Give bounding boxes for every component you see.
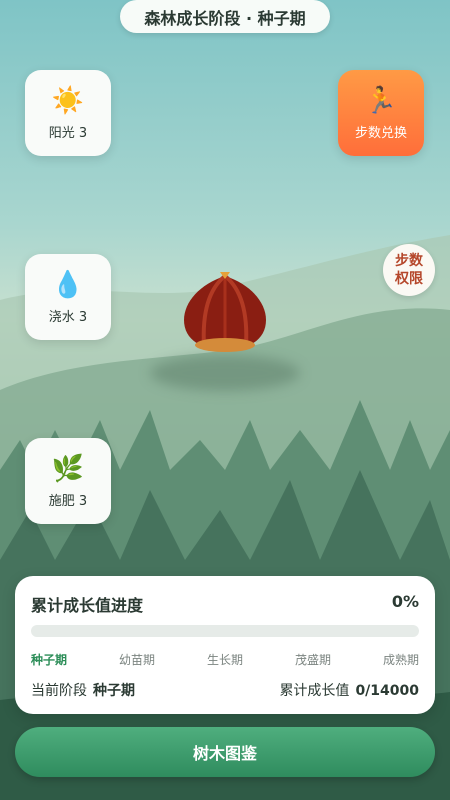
sunlight-button[interactable]: ☀️ 阳光 3 [25, 70, 111, 156]
step-exchange-button[interactable]: 🏃 步数兑换 [338, 70, 424, 156]
current-stage: 当前阶段 种子期 [31, 680, 135, 700]
leaf-icon: 🌿 [51, 453, 85, 484]
sunlight-label: 阳光 3 [48, 125, 88, 141]
stage-list: 种子期 幼苗期 生长期 茂盛期 成熟期 [31, 651, 419, 668]
stage-mature: 成熟期 [382, 653, 419, 667]
accumulated-label: 累计成长值 [279, 683, 350, 699]
current-stage-value: 种子期 [93, 683, 135, 699]
step-exchange-label: 步数兑换 [354, 125, 407, 141]
progress-bar [31, 625, 419, 637]
stage-lush: 茂盛期 [294, 653, 331, 667]
current-stage-label: 当前阶段 [31, 683, 87, 699]
stage-seed: 种子期 [31, 653, 68, 667]
water-label: 浇水 3 [48, 309, 88, 325]
progress-panel: 累计成长值进度 0% 种子期 幼苗期 生长期 茂盛期 成熟期 当前阶段 种子期 累… [15, 576, 435, 714]
step-permission-button[interactable]: 步数 权限 [383, 244, 435, 296]
stage-seedling: 幼苗期 [118, 653, 155, 667]
permission-line-2: 权限 [395, 271, 423, 287]
fertilize-button[interactable]: 🌿 施肥 3 [25, 438, 111, 524]
water-drop-icon: 💧 [51, 269, 85, 300]
fertilize-label: 施肥 3 [48, 493, 88, 509]
permission-line-1: 步数 [395, 253, 423, 269]
progress-percent: 0% [391, 592, 419, 611]
accumulated-growth: 累计成长值 0/14000 [279, 680, 419, 700]
accumulated-value: 0/14000 [355, 683, 419, 699]
stage-growth: 生长期 [206, 653, 243, 667]
tree-catalog-button[interactable]: 树木图鉴 [15, 727, 435, 777]
chestnut-seed-image [184, 272, 266, 352]
stage-title: 森林成长阶段 · 种子期 [120, 0, 330, 33]
running-icon: 🏃 [364, 85, 398, 116]
seed-shadow [150, 355, 300, 391]
water-button[interactable]: 💧 浇水 3 [25, 254, 111, 340]
progress-title: 累计成长值进度 [31, 596, 144, 615]
sun-icon: ☀️ [51, 85, 85, 116]
